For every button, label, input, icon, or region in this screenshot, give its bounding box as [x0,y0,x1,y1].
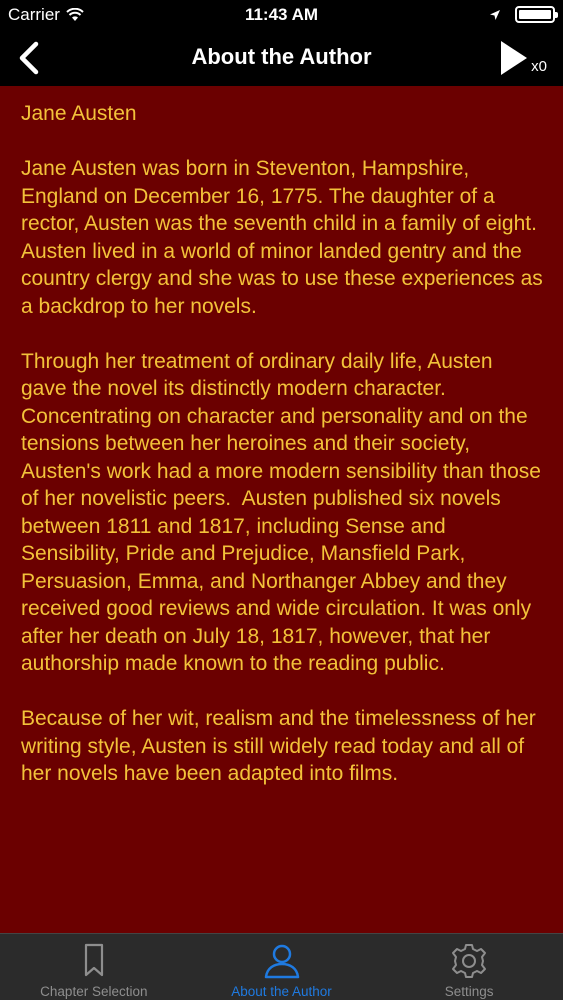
play-icon[interactable] [497,38,531,78]
author-name: Jane Austen [21,102,137,125]
tab-chapter-selection[interactable]: Chapter Selection [0,934,188,1000]
battery-level [519,10,551,19]
location-arrow-icon [490,9,500,20]
tab-about-the-author[interactable]: About the Author [188,934,376,1000]
tab-label: Settings [444,984,494,999]
tab-bar: Chapter Selection About the Author Setti… [0,933,563,1000]
author-bio: Jane Austen Jane Austen was born in Stev… [0,86,563,933]
bio-paragraph: Through her treatment of ordinary daily … [21,349,547,676]
screen: Carrier 11:43 AM About the Author x0 Jan… [0,0,563,1000]
bio-paragraph: Because of her wit, realism and the time… [21,707,542,785]
gear-icon [452,944,487,978]
page-title: About the Author [191,44,372,69]
status-bar: Carrier 11:43 AM [0,0,563,30]
person-icon [264,944,299,979]
battery-icon [515,6,558,23]
play-count: x0 [531,58,547,75]
tab-label: About the Author [231,984,332,999]
tab-settings[interactable]: Settings [375,934,563,1000]
bookmark-icon [84,943,103,977]
nav-bar: About the Author x0 [0,30,563,86]
bio-paragraph: Jane Austen was born in Steventon, Hamps… [21,157,549,318]
status-time: 11:43 AM [244,5,319,24]
status-right [489,6,558,23]
tab-label: Chapter Selection [40,984,148,999]
